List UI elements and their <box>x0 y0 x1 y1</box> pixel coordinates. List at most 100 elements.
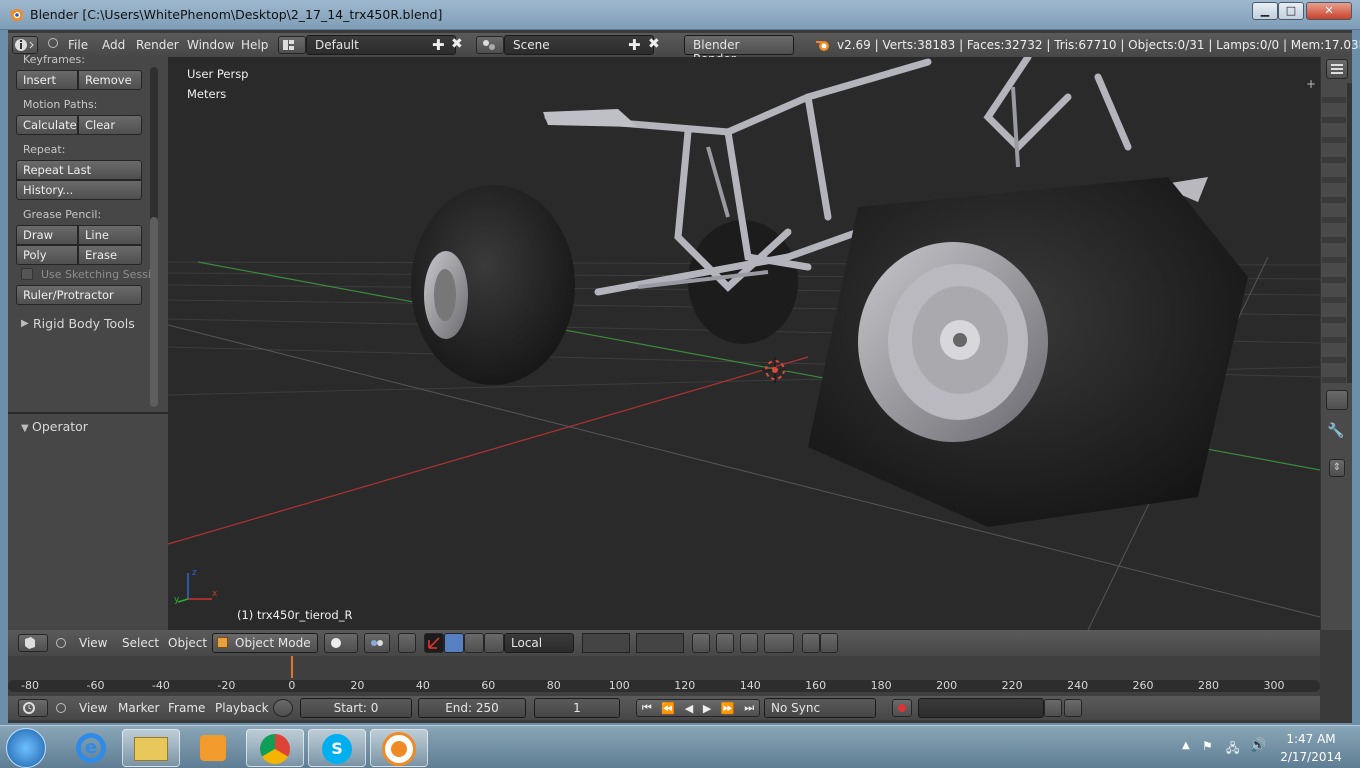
manipulator-toggle-icon[interactable] <box>398 633 416 653</box>
preview-range-icon[interactable] <box>273 699 293 717</box>
minimize-button[interactable]: ▁ <box>1252 2 1278 20</box>
end-frame-field[interactable]: End: 250 <box>418 698 526 718</box>
sync-mode-select[interactable]: No Sync <box>764 698 876 718</box>
remove-scene-icon[interactable]: ✖ <box>648 36 660 52</box>
delete-keyframe-icon[interactable] <box>1064 699 1082 717</box>
translate-manipulator-icon[interactable] <box>424 633 444 653</box>
layers-grid-b[interactable] <box>636 633 684 653</box>
clock-time[interactable]: 1:47 AM <box>1276 732 1346 746</box>
timeline[interactable]: -80 -60 -40 -20 0 20 40 60 80 100 120 140 160 180 200 2… <box>8 656 1320 696</box>
timeline-view-menu[interactable]: View <box>79 701 107 715</box>
snap-toggle-icon[interactable] <box>740 633 758 653</box>
menu-window[interactable]: Window <box>187 38 234 52</box>
current-frame-field[interactable]: 1 <box>534 698 620 718</box>
rigid-body-tools-panel[interactable]: Rigid Body Tools <box>33 316 135 331</box>
keying-set-field[interactable] <box>918 698 1044 718</box>
3d-viewport[interactable]: x z y User Persp Meters (1) trx450r_tier… <box>168 57 1320 630</box>
properties-scroll-icon[interactable]: ⇕ <box>1329 459 1345 477</box>
pivot-point-select[interactable] <box>364 633 390 653</box>
grease-draw-button[interactable]: Draw <box>16 225 78 245</box>
frame-menu[interactable]: Frame <box>168 701 205 715</box>
scene-icon[interactable] <box>476 36 504 54</box>
menu-render[interactable]: Render <box>136 38 179 52</box>
clock-date[interactable]: 2/17/2014 <box>1276 750 1346 764</box>
object-menu[interactable]: Object <box>168 636 207 650</box>
timeline-tick-label: 280 <box>1198 679 1220 692</box>
outliner-list[interactable] <box>1322 83 1346 383</box>
calculate-paths-button[interactable]: Calculate <box>16 115 78 135</box>
add-scene-icon[interactable]: ✚ <box>628 36 641 54</box>
pin-wrench-icon[interactable]: 🔧 <box>1327 423 1344 439</box>
file-explorer-taskbar-icon[interactable] <box>122 729 180 767</box>
jump-end-icon[interactable]: ⏭ <box>744 701 754 715</box>
remove-screen-icon[interactable]: ✖ <box>451 36 463 52</box>
outliner-scrollbar[interactable] <box>1347 83 1352 383</box>
editor-type-3dview-icon[interactable] <box>18 634 48 652</box>
chrome-taskbar-icon[interactable] <box>246 729 304 767</box>
operator-expand-icon[interactable]: ▼ <box>21 423 29 434</box>
add-screen-icon[interactable]: ✚ <box>432 36 445 54</box>
show-hidden-icons[interactable]: ▲ <box>1182 740 1190 751</box>
next-keyframe-icon[interactable]: ⏩ <box>721 702 735 715</box>
snap-element-select[interactable] <box>764 633 794 653</box>
collapse-menus-icon[interactable] <box>48 38 58 48</box>
editor-type-info-icon[interactable] <box>12 36 38 54</box>
start-frame-field[interactable]: Start: 0 <box>300 698 412 718</box>
jump-start-icon[interactable]: ⏮ <box>642 701 652 715</box>
remove-keyframe-button[interactable]: Remove <box>78 70 142 90</box>
viewport-shading-select[interactable] <box>324 633 358 653</box>
play-reverse-icon[interactable]: ◀ <box>685 702 693 715</box>
current-frame-marker[interactable] <box>290 656 293 678</box>
render-engine-select[interactable]: Blender Render <box>684 35 794 66</box>
close-button[interactable]: ✕ <box>1306 2 1352 20</box>
editor-type-timeline-icon[interactable] <box>18 699 48 717</box>
grease-erase-button[interactable]: Erase <box>78 245 142 265</box>
screen-layout-icon[interactable] <box>278 36 306 54</box>
network-icon[interactable]: 🖧 <box>1226 739 1239 760</box>
rigid-body-expand-icon[interactable]: ▶ <box>21 318 29 329</box>
play-icon[interactable]: ▶ <box>703 702 711 715</box>
ruler-protractor-button[interactable]: Ruler/Protractor <box>16 285 142 305</box>
transform-orientation-select[interactable]: Local <box>504 633 574 653</box>
outliner-icon[interactable] <box>1326 59 1348 79</box>
internet-explorer-taskbar-icon[interactable]: e <box>62 729 120 767</box>
use-sketching-checkbox[interactable] <box>21 268 33 280</box>
properties-icon[interactable] <box>1326 390 1348 410</box>
collapse-view-menus-icon[interactable] <box>56 638 66 648</box>
view-menu[interactable]: View <box>79 636 107 650</box>
toolshelf-scrollbar[interactable] <box>150 67 158 407</box>
grease-poly-button[interactable]: Poly <box>16 245 78 265</box>
volume-icon[interactable]: 🔊 <box>1250 738 1266 753</box>
action-center-icon[interactable]: ⚑ <box>1202 739 1213 753</box>
scale-manipulator-icon[interactable] <box>464 633 484 653</box>
insert-keyframe-icon[interactable] <box>1044 699 1062 717</box>
start-button[interactable] <box>6 728 46 768</box>
manipulator-extra-icon[interactable] <box>484 633 504 653</box>
marker-menu[interactable]: Marker <box>118 701 159 715</box>
collapse-timeline-menus-icon[interactable] <box>56 703 66 713</box>
maximize-button[interactable]: □ <box>1278 2 1304 20</box>
auto-keying-record-icon[interactable] <box>892 699 912 717</box>
opengl-render-animation-icon[interactable] <box>820 633 838 653</box>
repeat-last-button[interactable]: Repeat Last <box>16 160 142 180</box>
menu-help[interactable]: Help <box>241 38 268 52</box>
select-menu[interactable]: Select <box>122 636 159 650</box>
operator-panel[interactable]: Operator <box>32 419 88 434</box>
viewport-plus-icon[interactable]: + <box>1306 77 1316 91</box>
playback-menu[interactable]: Playback <box>215 701 269 715</box>
layers-grid-a[interactable] <box>582 633 630 653</box>
prev-keyframe-icon[interactable]: ⏪ <box>661 702 675 715</box>
clear-paths-button[interactable]: Clear <box>78 115 142 135</box>
opengl-render-image-icon[interactable] <box>802 633 820 653</box>
proportional-edit-icon[interactable] <box>716 633 734 653</box>
menu-add[interactable]: Add <box>102 38 125 52</box>
rotate-manipulator-icon[interactable] <box>444 633 464 653</box>
blender-taskbar-icon[interactable] <box>370 729 428 767</box>
history-button[interactable]: History... <box>16 180 142 200</box>
render-layers-icon[interactable] <box>692 633 710 653</box>
grease-line-button[interactable]: Line <box>78 225 142 245</box>
menu-file[interactable]: File <box>68 38 88 52</box>
insert-keyframe-button[interactable]: Insert <box>16 70 78 90</box>
skype-taskbar-icon[interactable]: S <box>308 729 366 767</box>
media-player-taskbar-icon[interactable] <box>184 729 242 767</box>
